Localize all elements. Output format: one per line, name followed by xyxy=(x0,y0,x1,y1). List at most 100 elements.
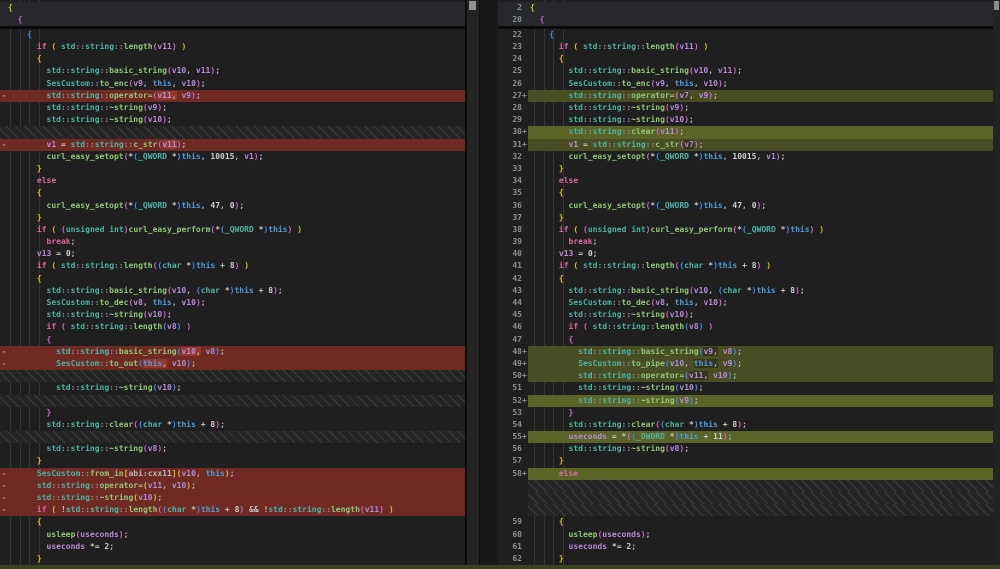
code-line[interactable]: if ( (unsigned int)curl_easy_perform(*(_… xyxy=(0,224,465,236)
code-line[interactable]: 28 std::string::~string(v9); xyxy=(498,102,1000,114)
code-line[interactable]: } xyxy=(0,212,465,224)
code-line[interactable]: 51 std::string::~string(v10); xyxy=(498,382,1000,394)
code-line[interactable]: - SesCustom::to_out(this, v10); xyxy=(0,358,465,370)
code-text: std::string::basic_string(v10, (char *)t… xyxy=(528,285,1000,297)
right-scrollbar-thumb[interactable] xyxy=(994,1,999,10)
code-line[interactable]: - SesCustom::from_in[abi:cxx11](v10, thi… xyxy=(0,468,465,480)
line-number xyxy=(498,492,522,504)
code-line[interactable]: 33 } xyxy=(498,163,1000,175)
code-line[interactable]: - std::string::~string(v10); xyxy=(0,492,465,504)
right-code-pane[interactable]: 2 {20 {22 {23 if ( std::string::length(v… xyxy=(498,0,1000,569)
right-scrollbar-track[interactable] xyxy=(993,0,1000,569)
code-line[interactable]: 2 { xyxy=(498,2,1000,14)
code-line[interactable]: break; xyxy=(0,236,465,248)
code-line[interactable]: 61 useconds *= 2; xyxy=(498,541,1000,553)
code-line[interactable]: 54 std::string::clear((char *)this + 8); xyxy=(498,419,1000,431)
code-line[interactable]: } xyxy=(0,553,465,565)
code-line[interactable]: 53 } xyxy=(498,407,1000,419)
code-line[interactable]: 47 { xyxy=(498,334,1000,346)
code-line[interactable]: 43 std::string::basic_string(v10, (char … xyxy=(498,285,1000,297)
code-line[interactable]: std::string::~string(v8); xyxy=(0,443,465,455)
code-line[interactable]: 29 std::string::~string(v10); xyxy=(498,114,1000,126)
code-line[interactable]: if ( std::string::length(v11) ) xyxy=(0,41,465,53)
code-line[interactable]: 22 { xyxy=(498,29,1000,41)
code-line[interactable]: 57 } xyxy=(498,455,1000,467)
code-line[interactable]: - std::string::operator=(v11, v10); xyxy=(0,480,465,492)
code-line[interactable]: std::string::~string(v10); xyxy=(0,309,465,321)
line-number: 25 xyxy=(498,65,522,77)
code-line[interactable]: } xyxy=(0,455,465,467)
code-line[interactable]: 32 curl_easy_setopt(*(_QWORD *)this, 100… xyxy=(498,151,1000,163)
code-line[interactable]: std::string::~string(v9); xyxy=(0,102,465,114)
code-line[interactable]: std::string::basic_string(v10, v11); xyxy=(0,65,465,77)
code-line[interactable]: - v1 = std::string::c_str(v11); xyxy=(0,139,465,151)
left-code-pane[interactable]: { { { if ( std::string::length(v11) ) { … xyxy=(0,0,466,569)
code-line[interactable]: 58+ else xyxy=(498,468,1000,480)
code-line[interactable]: 31+ v1 = std::string::c_str(v7); xyxy=(498,139,1000,151)
code-line[interactable]: { xyxy=(0,516,465,528)
code-line[interactable]: usleep(useconds); xyxy=(0,529,465,541)
code-line[interactable]: 37 } xyxy=(498,212,1000,224)
code-line[interactable]: { xyxy=(0,2,465,14)
code-line[interactable]: std::string::clear((char *)this + 8); xyxy=(0,419,465,431)
left-scrollbar-track[interactable] xyxy=(466,0,480,569)
code-line[interactable]: 38 if ( (unsigned int)curl_easy_perform(… xyxy=(498,224,1000,236)
code-line[interactable]: 44 SesCustom::to_dec(v8, this, v10); xyxy=(498,297,1000,309)
pane-splitter[interactable] xyxy=(479,0,498,569)
code-line[interactable]: { xyxy=(0,29,465,41)
code-line[interactable]: 59 { xyxy=(498,516,1000,528)
code-line[interactable]: useconds *= 2; xyxy=(0,541,465,553)
code-line[interactable]: if ( std::string::length(v8) ) xyxy=(0,321,465,333)
code-text: std::string::operator=(v11, v10); xyxy=(8,480,465,492)
code-line[interactable]: 39 break; xyxy=(498,236,1000,248)
code-line[interactable]: - std::string::operator=(v11, v9); xyxy=(0,90,465,102)
code-line[interactable]: 56 std::string::~string(v8); xyxy=(498,443,1000,455)
code-line[interactable]: 36 curl_easy_setopt(*(_QWORD *)this, 47,… xyxy=(498,200,1000,212)
code-line[interactable]: 30+ std::string::clear(v11); xyxy=(498,126,1000,138)
code-line[interactable]: 52+ std::string::~string(v9); xyxy=(498,395,1000,407)
code-line[interactable]: 49+ SesCustom::to_pipe(v10, this, v9); xyxy=(498,358,1000,370)
code-line[interactable]: 27+ std::string::operator=(v7, v9); xyxy=(498,90,1000,102)
code-line[interactable]: if ( std::string::length((char *)this + … xyxy=(0,260,465,272)
code-line[interactable]: 46 if ( std::string::length(v8) ) xyxy=(498,321,1000,333)
code-line[interactable]: std::string::basic_string(v10, (char *)t… xyxy=(0,285,465,297)
code-line[interactable]: { xyxy=(0,53,465,65)
code-line[interactable]: - std::string::basic_string(v10, v8); xyxy=(0,346,465,358)
code-line[interactable]: curl_easy_setopt(*(_QWORD *)this, 10015,… xyxy=(0,151,465,163)
code-line[interactable]: SesCustom::to_enc(v9, this, v10); xyxy=(0,78,465,90)
code-line[interactable]: { xyxy=(0,14,465,26)
code-line[interactable]: std::string::~string(v10); xyxy=(0,382,465,394)
code-line[interactable]: - if ( !std::string::length((char *)this… xyxy=(0,504,465,516)
line-number: 39 xyxy=(498,236,522,248)
code-line[interactable]: 26 SesCustom::to_enc(v9, this, v10); xyxy=(498,78,1000,90)
code-line[interactable]: v13 = 0; xyxy=(0,248,465,260)
code-line[interactable]: 24 { xyxy=(498,53,1000,65)
code-line[interactable]: 55+ useconds = *((_DWORD *)this + 11); xyxy=(498,431,1000,443)
code-line[interactable]: 50+ std::string::operator=(v11, v10); xyxy=(498,370,1000,382)
code-line[interactable]: } xyxy=(0,407,465,419)
code-line[interactable]: 20 { xyxy=(498,14,1000,26)
alignment-gap xyxy=(0,431,465,443)
code-line[interactable]: else xyxy=(0,175,465,187)
code-line[interactable]: 42 { xyxy=(498,273,1000,285)
code-line[interactable]: 40 v13 = 0; xyxy=(498,248,1000,260)
code-line[interactable]: 23 if ( std::string::length(v11) ) xyxy=(498,41,1000,53)
code-line[interactable]: curl_easy_setopt(*(_QWORD *)this, 47, 0)… xyxy=(0,200,465,212)
code-line[interactable]: 25 std::string::basic_string(v10, v11); xyxy=(498,65,1000,77)
code-line[interactable]: 34 else xyxy=(498,175,1000,187)
code-line[interactable]: } xyxy=(0,163,465,175)
code-line[interactable]: { xyxy=(0,334,465,346)
code-line[interactable]: 62 } xyxy=(498,553,1000,565)
code-line[interactable]: SesCustom::to_dec(v8, this, v10); xyxy=(0,297,465,309)
code-text: std::string::operator=(v7, v9); xyxy=(528,90,1000,102)
left-scrollbar-thumb[interactable] xyxy=(469,1,476,10)
code-line[interactable]: 45 std::string::~string(v10); xyxy=(498,309,1000,321)
code-line[interactable]: 60 usleep(useconds); xyxy=(498,529,1000,541)
code-line[interactable]: { xyxy=(0,273,465,285)
code-line[interactable]: 48+ std::string::basic_string(v9, v8); xyxy=(498,346,1000,358)
code-line[interactable]: { xyxy=(0,187,465,199)
code-line[interactable]: 41 if ( std::string::length((char *)this… xyxy=(498,260,1000,272)
line-number: 26 xyxy=(498,78,522,90)
code-line[interactable]: 35 { xyxy=(498,187,1000,199)
code-line[interactable]: std::string::~string(v10); xyxy=(0,114,465,126)
